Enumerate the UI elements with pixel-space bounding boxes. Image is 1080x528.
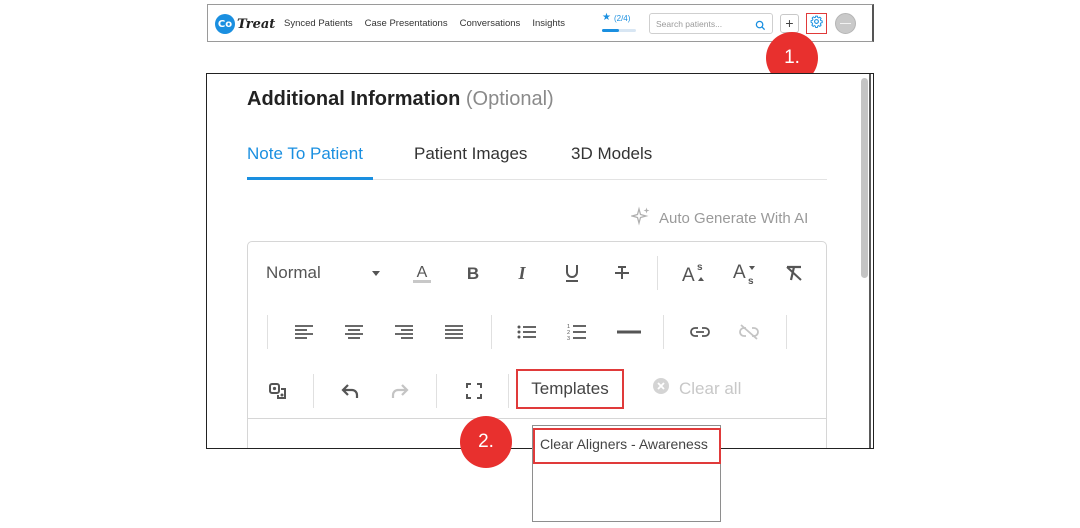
svg-text:3: 3 <box>567 336 570 341</box>
title-optional: (Optional) <box>465 88 554 110</box>
auto-generate-label: Auto Generate With AI <box>659 209 809 227</box>
logo-text: Treat <box>237 16 276 32</box>
text-color-icon[interactable]: A <box>408 253 436 293</box>
bold-icon[interactable]: B <box>459 253 487 293</box>
tab-patient-images[interactable]: Patient Images <box>414 144 527 164</box>
unlink-icon[interactable] <box>735 312 763 352</box>
sparkle-icon <box>629 206 651 230</box>
editor-divider <box>248 418 826 419</box>
progress-fill <box>602 29 619 32</box>
nav-link-conversations[interactable]: Conversations <box>460 18 521 29</box>
italic-icon[interactable]: I <box>508 253 536 293</box>
svg-text:B: B <box>467 264 479 282</box>
top-navbar: Co Treat Synced Patients Case Presentati… <box>207 4 874 42</box>
toolbar-row-2: 123 <box>248 312 826 352</box>
search-input[interactable] <box>656 17 752 31</box>
bullet-list-icon[interactable] <box>513 312 541 352</box>
settings-button[interactable] <box>806 13 827 34</box>
patient-search <box>649 13 773 34</box>
active-tab-indicator <box>247 177 373 180</box>
fullscreen-icon[interactable] <box>460 371 488 411</box>
scrollbar-thumb[interactable] <box>861 78 868 278</box>
auto-generate-button[interactable]: Auto Generate With AI <box>629 206 809 230</box>
setup-progress[interactable]: ★ (2/4) <box>602 13 636 32</box>
additional-info-panel: Additional Information (Optional) Note T… <box>206 73 874 449</box>
toolbar-row-1: Normal A B I As As <box>248 253 826 293</box>
star-icon: ★ <box>602 12 611 23</box>
chevron-down-icon <box>372 271 380 276</box>
cotreat-logo[interactable]: Co Treat <box>215 13 275 35</box>
template-option[interactable]: Clear Aligners - Awareness <box>533 428 721 464</box>
strikethrough-icon[interactable] <box>608 253 636 293</box>
logo-mark: Co <box>215 14 235 34</box>
align-center-icon[interactable] <box>340 312 368 352</box>
close-circle-icon <box>652 377 670 400</box>
svg-text:I: I <box>517 264 526 282</box>
progress-bar <box>602 29 636 32</box>
rich-text-editor: Normal A B I As As 1 2 3 Templates Clear… <box>247 241 827 448</box>
templates-dropdown: Clear Aligners - Awareness <box>532 425 721 522</box>
redo-icon[interactable] <box>386 371 414 411</box>
add-button[interactable]: + <box>780 14 799 33</box>
clear-all-label: Clear all <box>679 378 742 398</box>
numbered-list-icon[interactable]: 123 <box>563 312 591 352</box>
svg-text:s: s <box>748 276 754 285</box>
nav-link-insights[interactable]: Insights <box>532 18 565 29</box>
avatar[interactable] <box>835 13 856 34</box>
templates-button[interactable]: Templates <box>516 369 624 409</box>
clear-format-icon[interactable] <box>780 253 808 293</box>
nav-link-synced-patients[interactable]: Synced Patients <box>284 18 353 29</box>
tab-bar: Note To Patient Patient Images 3D Models <box>247 142 827 180</box>
svg-text:A: A <box>733 262 746 283</box>
nav-link-case-presentations[interactable]: Case Presentations <box>365 18 448 29</box>
progress-label: (2/4) <box>613 13 631 23</box>
tab-3d-models[interactable]: 3D Models <box>571 144 652 164</box>
nav-links: Synced Patients Case Presentations Conve… <box>284 18 577 29</box>
title-main: Additional Information <box>247 88 461 110</box>
page-title: Additional Information (Optional) <box>247 88 554 111</box>
gear-icon <box>810 15 823 33</box>
align-left-icon[interactable] <box>290 312 318 352</box>
search-icon[interactable] <box>755 18 766 36</box>
superscript-icon[interactable]: As <box>680 253 710 293</box>
svg-text:A: A <box>417 264 428 281</box>
heading-select-value: Normal <box>266 263 321 282</box>
clear-all-button[interactable]: Clear all <box>652 377 741 400</box>
underline-icon[interactable] <box>558 253 586 293</box>
link-icon[interactable] <box>686 312 714 352</box>
align-justify-icon[interactable] <box>440 312 468 352</box>
copy-format-icon[interactable] <box>264 371 292 411</box>
horizontal-rule-icon[interactable] <box>614 312 644 352</box>
svg-text:s: s <box>697 262 703 273</box>
heading-select[interactable]: Normal <box>266 253 380 293</box>
align-right-icon[interactable] <box>390 312 418 352</box>
scrollbar[interactable] <box>859 74 873 448</box>
subscript-icon[interactable]: As <box>731 253 761 293</box>
svg-text:A: A <box>682 265 695 285</box>
step-marker-2: 2. <box>460 416 512 468</box>
tab-note-to-patient[interactable]: Note To Patient <box>247 144 363 164</box>
undo-icon[interactable] <box>336 371 364 411</box>
